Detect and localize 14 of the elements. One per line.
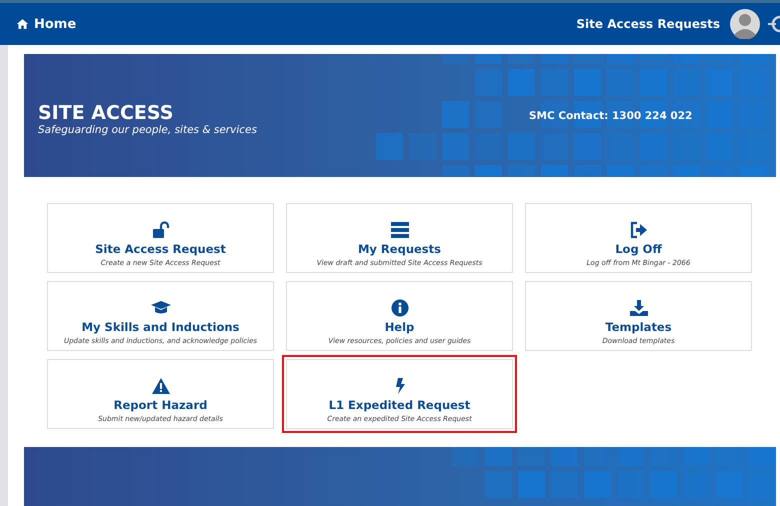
home-icon xyxy=(16,18,29,30)
logo-icon xyxy=(768,13,780,35)
banner-title: SITE ACCESS xyxy=(38,102,174,124)
logout-icon xyxy=(628,221,648,239)
contact-text: SMC Contact: 1300 224 022 xyxy=(529,110,692,122)
home-link[interactable]: Home xyxy=(16,16,76,32)
banner-tagline: Safeguarding our people, sites & services xyxy=(38,124,257,136)
avatar-icon[interactable] xyxy=(730,9,760,39)
app-title: Site Access Requests xyxy=(576,17,720,31)
download-icon xyxy=(628,299,648,317)
warning-icon xyxy=(150,377,170,395)
info-icon xyxy=(390,299,410,317)
list-icon xyxy=(390,221,410,239)
unlock-icon xyxy=(150,221,170,239)
